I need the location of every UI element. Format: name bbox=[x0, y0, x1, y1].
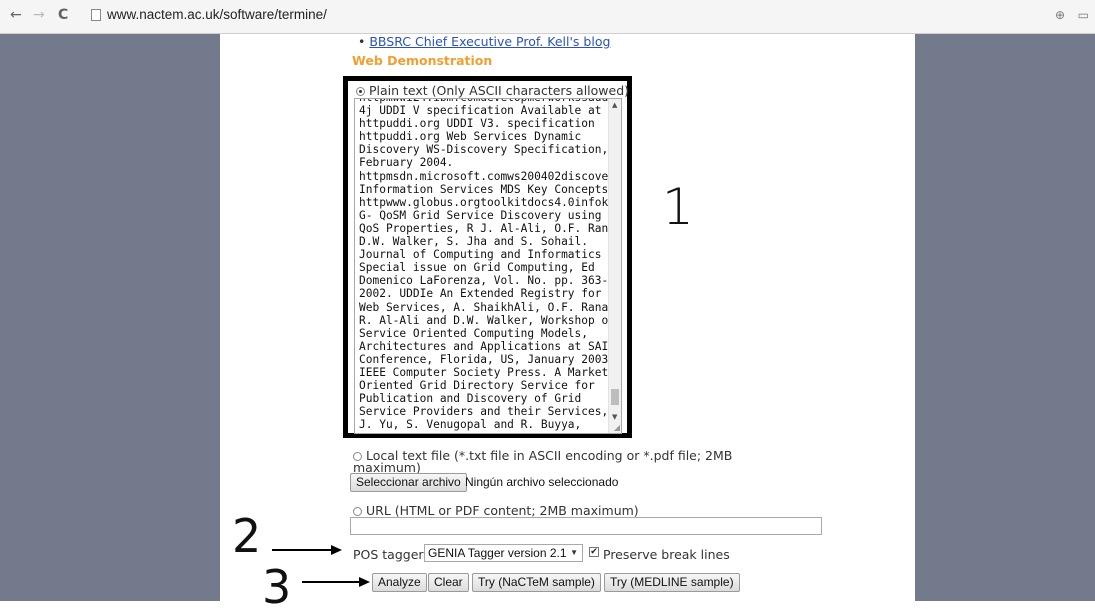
textarea-line: 2002. UDDIe An Extended Registry for bbox=[359, 287, 602, 301]
url-input[interactable] bbox=[350, 517, 822, 535]
back-icon[interactable]: ← bbox=[10, 7, 22, 23]
pos-tagger-label: POS tagger: bbox=[353, 547, 428, 562]
preserve-break-lines-checkbox[interactable]: ✔ bbox=[589, 547, 599, 557]
right-margin bbox=[915, 34, 1095, 601]
file-status: Ningún archivo seleccionado bbox=[465, 475, 619, 489]
plain-text-option[interactable]: Plain text (Only ASCII characters allowe… bbox=[356, 83, 629, 98]
annotation-arrowhead-2 bbox=[331, 545, 342, 555]
textarea-line: Publication and Discovery of Grid bbox=[359, 392, 582, 406]
textarea-line: QoS Properties, R J. Al-Ali, O.F. Rana, bbox=[359, 221, 622, 235]
local-file-option[interactable]: Local text file (*.txt file in ASCII enc… bbox=[353, 448, 733, 474]
textarea-scrollbar[interactable]: ▲ ▼ bbox=[608, 99, 621, 433]
textarea-line: February 2004. bbox=[359, 156, 454, 170]
plain-text-label: Plain text (Only ASCII characters allowe… bbox=[368, 83, 630, 98]
page-icon bbox=[91, 9, 101, 21]
textarea-line: 4j UDDI V specification Available at bbox=[359, 104, 602, 118]
page-content: • BBSRC Chief Executive Prof. Kell's blo… bbox=[220, 34, 915, 601]
textarea-line: httpuddi.org Web Services Dynamic bbox=[359, 130, 582, 144]
local-file-label: Local text file (*.txt file in ASCII enc… bbox=[365, 448, 733, 463]
annotation-number-1: 1 bbox=[662, 178, 694, 236]
textarea-line: Oriented Grid Directory Service for bbox=[359, 379, 595, 393]
blog-link[interactable]: BBSRC Chief Executive Prof. Kell's blog bbox=[369, 34, 610, 49]
url-option[interactable]: URL (HTML or PDF content; 2MB maximum) bbox=[353, 503, 639, 518]
annotation-arrow-2 bbox=[272, 549, 332, 551]
try-medline-sample-button[interactable]: Try (MEDLINE sample) bbox=[604, 573, 740, 592]
textarea-line: Web Services, A. ShaikhAli, O.F. Rana, bbox=[359, 300, 615, 314]
preserve-break-lines-label: Preserve break lines bbox=[603, 547, 730, 562]
dropdown-arrow-icon: ▼ bbox=[570, 548, 578, 557]
textarea-line: Architectures and Applications at SAINT bbox=[359, 339, 622, 353]
annotation-number-3: 3 bbox=[262, 560, 292, 614]
scroll-thumb[interactable] bbox=[611, 389, 619, 405]
textarea-line: R. Al-Ali and D.W. Walker, Workshop on bbox=[359, 313, 615, 327]
textarea-line: Domenico LaForenza, Vol. No. pp. 363- bbox=[359, 274, 609, 288]
plain-text-textarea[interactable]: httpmwwi24.ibm.comdevelopmerworkssaudal4… bbox=[354, 98, 622, 434]
clear-button[interactable]: Clear bbox=[428, 573, 469, 592]
zoom-icon[interactable]: ⊕ bbox=[1055, 8, 1065, 22]
textarea-line: Information Services MDS Key Concepts. bbox=[359, 182, 615, 196]
textarea-line: Special issue on Grid Computing, Ed bbox=[359, 261, 595, 275]
pos-tagger-select[interactable]: GENIA Tagger version 2.1 ▼ bbox=[424, 544, 583, 562]
textarea-content: httpmwwi24.ibm.comdevelopmerworkssaudal4… bbox=[359, 99, 622, 432]
try-nactem-sample-button[interactable]: Try (NaCTeM sample) bbox=[472, 573, 601, 592]
bullet-icon: • bbox=[358, 34, 366, 49]
blog-list-item: • BBSRC Chief Executive Prof. Kell's blo… bbox=[358, 34, 610, 49]
scroll-up-icon[interactable]: ▲ bbox=[612, 101, 617, 109]
pos-tagger-selected: GENIA Tagger version 2.1 bbox=[428, 546, 567, 560]
textarea-line: J. Yu, S. Venugopal and R. Buyya, bbox=[359, 418, 582, 432]
forward-icon[interactable]: → bbox=[33, 7, 45, 23]
choose-file-button[interactable]: Seleccionar archivo bbox=[350, 473, 467, 492]
textarea-line: D.W. Walker, S. Jha and S. Sohail. bbox=[359, 235, 589, 249]
reload-icon[interactable]: C bbox=[58, 7, 68, 23]
address-bar[interactable]: www.nactem.ac.uk/software/termine/ bbox=[107, 7, 327, 22]
textarea-line: Discovery WS-Discovery Specification, bbox=[359, 143, 609, 157]
section-title: Web Demonstration bbox=[352, 53, 493, 68]
url-label: URL (HTML or PDF content; 2MB maximum) bbox=[365, 503, 639, 518]
analyze-button[interactable]: Analyze bbox=[372, 573, 427, 592]
annotation-arrowhead-3 bbox=[359, 577, 370, 587]
textarea-line: Service Providers and their Services, bbox=[359, 405, 609, 419]
textarea-line: Journal of Computing and Informatics bbox=[359, 248, 602, 262]
annotation-number-2: 2 bbox=[232, 509, 262, 563]
resize-handle-icon[interactable]: ◢ bbox=[614, 423, 620, 432]
extension-icon[interactable]: ▭ bbox=[1078, 8, 1089, 22]
plain-text-highlight-box: Plain text (Only ASCII characters allowe… bbox=[343, 76, 632, 438]
scroll-down-icon[interactable]: ▼ bbox=[612, 413, 617, 421]
textarea-line: G- QoSM Grid Service Discovery using bbox=[359, 208, 602, 222]
local-file-radio[interactable] bbox=[353, 452, 362, 461]
browser-toolbar: ← → C www.nactem.ac.uk/software/termine/… bbox=[0, 0, 1095, 34]
textarea-line: Conference, Florida, US, January 2003. bbox=[359, 352, 615, 366]
textarea-line: httpmsdn.microsoft.comws200402discovery bbox=[359, 169, 622, 183]
textarea-line: IEEE Computer Society Press. A Market- bbox=[359, 365, 615, 379]
annotation-arrow-3 bbox=[302, 581, 360, 583]
left-margin bbox=[0, 34, 220, 601]
textarea-line: httpuddi.org UDDI V3. specification bbox=[359, 117, 595, 131]
textarea-line: httpwww.globus.orgtoolkitdocs4.0infokey bbox=[359, 195, 622, 209]
url-radio[interactable] bbox=[353, 507, 362, 516]
plain-text-radio[interactable] bbox=[356, 87, 365, 96]
textarea-line: Service Oriented Computing Models, bbox=[359, 326, 589, 340]
